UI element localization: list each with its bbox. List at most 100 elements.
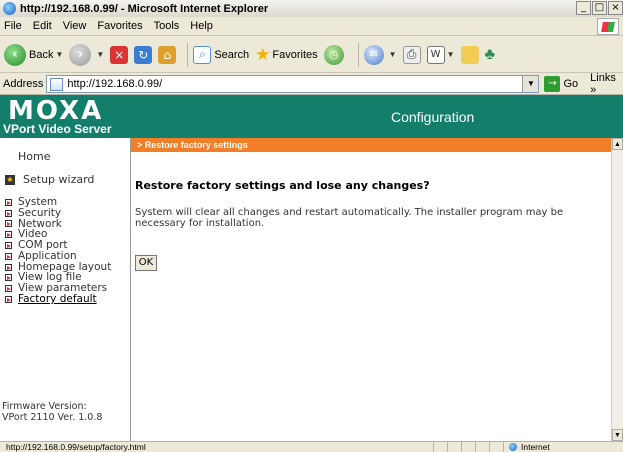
menu-file[interactable]: File [4, 20, 22, 32]
sidebar-item-security[interactable]: Security [5, 207, 111, 219]
arrow-bullet-icon [5, 231, 12, 239]
back-label: Back [29, 48, 54, 61]
sidebar: MOXA VPort Video Server Home ★ Setup wiz… [0, 95, 131, 441]
vertical-scrollbar[interactable]: ▲ ▼ [611, 138, 623, 441]
address-url[interactable]: http://192.168.0.99/ [67, 78, 162, 90]
windows-logo-icon [597, 18, 619, 35]
history-icon: ◷ [323, 44, 344, 65]
folder-button[interactable] [460, 45, 479, 64]
moxa-logo: MOXA VPort Video Server [0, 95, 131, 138]
menu-help[interactable]: Help [190, 20, 213, 32]
chevron-down-icon[interactable]: ▼ [96, 50, 104, 59]
messenger-icon: ♣ [484, 45, 496, 63]
go-label: Go [563, 78, 579, 90]
chevron-down-icon[interactable]: ▼ [55, 50, 63, 59]
menu-edit[interactable]: Edit [33, 20, 52, 32]
favorites-label: Favorites [272, 48, 318, 61]
logo-brand: MOXA [8, 96, 104, 126]
go-button[interactable]: → Go [544, 76, 578, 92]
sidebar-item-setup-wizard[interactable]: ★ Setup wizard [5, 173, 94, 186]
close-button[interactable]: × [608, 1, 623, 15]
mail-button[interactable]: ✉ ▼ [363, 44, 397, 65]
history-button[interactable]: ◷ [323, 44, 347, 65]
confirm-heading: Restore factory settings and lose any ch… [135, 179, 430, 192]
menu-favorites[interactable]: Favorites [97, 20, 142, 32]
menu-tools[interactable]: Tools [154, 20, 180, 32]
arrow-bullet-icon [5, 242, 12, 250]
chevron-down-icon[interactable]: ▼ [522, 76, 539, 92]
status-segment [489, 442, 503, 452]
print-button[interactable]: ⎙ [402, 45, 421, 64]
status-bar: http://192.168.0.99/setup/factory.html I… [0, 441, 623, 452]
folder-icon [460, 45, 479, 64]
zone-label: Internet [521, 442, 550, 452]
arrow-bullet-icon [5, 252, 12, 260]
address-bar: Address http://192.168.0.99/ ▼ → Go Link… [0, 72, 623, 96]
stop-icon: × [110, 45, 129, 64]
forward-arrow-icon: › [69, 43, 92, 66]
page-title: Configuration [391, 109, 475, 125]
arrow-bullet-icon [5, 285, 12, 293]
wizard-icon: ★ [5, 174, 15, 185]
page-icon [50, 77, 64, 91]
refresh-button[interactable]: ↻ [134, 45, 153, 64]
star-icon: ★ [255, 44, 271, 65]
arrow-bullet-icon [5, 296, 12, 304]
refresh-icon: ↻ [134, 45, 153, 64]
arrow-bullet-icon [5, 220, 12, 228]
address-label: Address [3, 78, 44, 90]
home-button[interactable]: ⌂ [158, 45, 177, 64]
status-segment [461, 442, 475, 452]
status-segment [447, 442, 461, 452]
sidebar-item-home[interactable]: Home [18, 150, 50, 163]
edit-icon: W [426, 45, 445, 64]
status-segment [433, 442, 447, 452]
forward-button[interactable]: › ▼ [69, 43, 104, 66]
sidebar-menu-list: System Security Network Video COM port A… [5, 196, 111, 305]
page-content: MOXA VPort Video Server Home ★ Setup wiz… [0, 95, 623, 441]
confirm-description: System will clear all changes and restar… [135, 207, 564, 229]
menu-view[interactable]: View [63, 20, 87, 32]
ok-button[interactable]: OK [135, 255, 157, 271]
edit-button[interactable]: W ▼ [426, 45, 455, 64]
back-arrow-icon: ‹ [4, 43, 26, 66]
print-icon: ⎙ [402, 45, 421, 64]
minimize-button[interactable]: _ [576, 1, 591, 15]
scroll-down-icon[interactable]: ▼ [612, 429, 623, 441]
back-button[interactable]: ‹ Back ▼ [4, 43, 63, 66]
chevron-down-icon[interactable]: ▼ [447, 50, 455, 59]
firmware-label: Firmware Version: [2, 401, 87, 412]
chevron-down-icon[interactable]: ▼ [389, 50, 397, 59]
menu-bar: File Edit View Favorites Tools Help [0, 17, 623, 36]
messenger-button[interactable]: ♣ [485, 46, 496, 64]
address-input[interactable]: http://192.168.0.99/ ▼ [46, 75, 540, 93]
arrow-bullet-icon [5, 198, 12, 206]
stop-button[interactable]: × [110, 45, 129, 64]
maximize-button[interactable]: □ [592, 1, 607, 15]
search-icon: ⌕ [193, 45, 212, 64]
toolbar-separator [187, 42, 189, 67]
arrow-bullet-icon [5, 263, 12, 271]
go-arrow-icon: → [544, 76, 561, 92]
ie-icon [3, 2, 16, 15]
home-icon: ⌂ [158, 45, 177, 64]
logo-product: VPort Video Server [3, 122, 112, 136]
toolbar-separator [357, 42, 359, 67]
scroll-up-icon[interactable]: ▲ [612, 138, 623, 150]
page-header: Configuration [131, 95, 623, 138]
links-button[interactable]: Links » [590, 72, 623, 96]
status-segment [475, 442, 489, 452]
toolbar: ‹ Back ▼ › ▼ × ↻ ⌂ ⌕ Search ★ Favorites … [0, 37, 623, 73]
favorites-button[interactable]: ★ Favorites [255, 45, 318, 65]
search-button[interactable]: ⌕ Search [193, 45, 249, 64]
window-controls: _ □ × [576, 1, 623, 15]
arrow-bullet-icon [5, 274, 12, 282]
sidebar-item-factory-default[interactable]: Factory default [5, 294, 111, 305]
window-title: http://192.168.0.99/ - Microsoft Interne… [20, 2, 269, 15]
arrow-bullet-icon [5, 209, 12, 217]
status-url: http://192.168.0.99/setup/factory.html [6, 442, 146, 452]
mail-icon: ✉ [363, 44, 384, 65]
firmware-version: VPort 2110 Ver. 1.0.8 [2, 412, 103, 423]
title-bar: http://192.168.0.99/ - Microsoft Interne… [0, 0, 623, 17]
sidebar-item-label: Factory default [18, 293, 97, 306]
